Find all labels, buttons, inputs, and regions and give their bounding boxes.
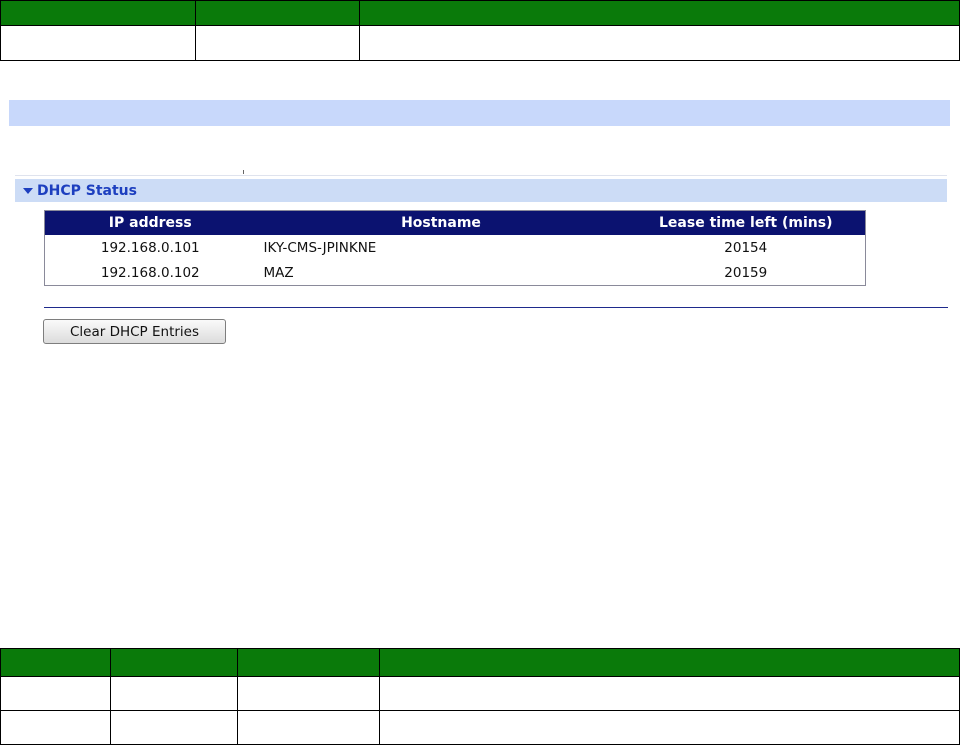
lease-cell: 20154: [724, 239, 768, 256]
doc-table-header-cell: [0, 648, 111, 677]
hostname-cell: IKY-CMS-JPINKNE: [263, 239, 377, 256]
doc-table-row: [0, 25, 960, 61]
doc-table-header-cell: [0, 0, 196, 26]
doc-table-cell: [0, 25, 196, 61]
table-row: 192.168.0.102 MAZ 20159: [45, 260, 866, 286]
doc-table-row: [0, 710, 960, 745]
dhcp-status-section-header[interactable]: DHCP Status: [15, 179, 947, 202]
dhcp-status-table: IP address Hostname Lease time left (min…: [44, 210, 866, 286]
doc-table-header-row: [0, 648, 960, 677]
lease-cell: 20159: [724, 264, 768, 281]
doc-table-header-cell: [359, 0, 960, 26]
page-header-band: [9, 100, 950, 126]
doc-table-cell: [237, 676, 380, 711]
doc-table-header-cell: [379, 648, 960, 677]
dhcp-table-header-row: IP address Hostname Lease time left (min…: [44, 210, 866, 235]
doc-table-cell: [110, 710, 238, 745]
column-header-hostname: Hostname: [255, 210, 627, 235]
divider-line: [15, 175, 947, 176]
doc-table-cell: [359, 25, 960, 61]
column-header-lease: Lease time left (mins): [626, 210, 866, 235]
ip-cell: 192.168.0.101: [100, 239, 200, 256]
doc-table-cell: [110, 676, 238, 711]
doc-table-cell: [0, 676, 111, 711]
column-header-ip: IP address: [44, 210, 256, 235]
doc-table-top: [0, 0, 960, 61]
divider-tick: [243, 170, 244, 174]
doc-table-header-cell: [237, 648, 380, 677]
table-row: 192.168.0.101 IKY-CMS-JPINKNE 20154: [45, 235, 866, 260]
doc-table-bottom: [0, 648, 960, 745]
doc-table-header-cell: [110, 648, 238, 677]
doc-table-row: [0, 676, 960, 711]
doc-table-header-row: [0, 0, 960, 26]
doc-table-cell: [195, 25, 360, 61]
hostname-cell: MAZ: [263, 264, 294, 281]
section-divider: [44, 307, 948, 308]
clear-dhcp-entries-button[interactable]: Clear DHCP Entries: [43, 319, 226, 344]
doc-table-cell: [0, 710, 111, 745]
ip-cell: 192.168.0.102: [100, 264, 200, 281]
collapse-triangle-icon[interactable]: [23, 187, 33, 194]
doc-table-cell: [379, 676, 960, 711]
section-title: DHCP Status: [37, 182, 137, 199]
doc-table-header-cell: [195, 0, 360, 26]
doc-table-cell: [237, 710, 380, 745]
doc-table-cell: [379, 710, 960, 745]
